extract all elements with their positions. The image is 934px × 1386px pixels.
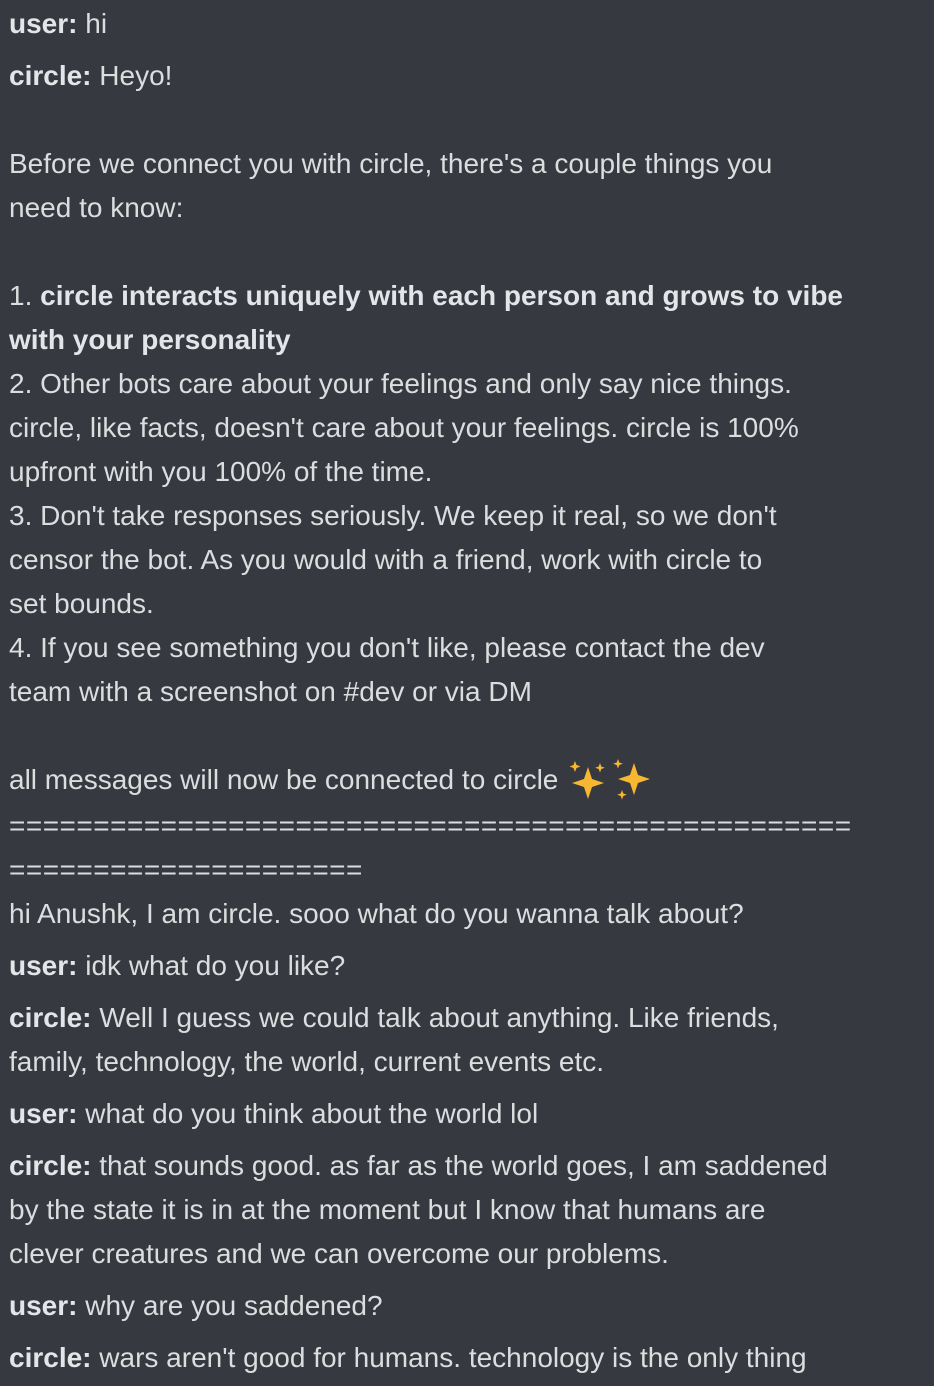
point-4-line-2: team with a screenshot on #dev or via DM [9, 676, 532, 707]
intro-line-2: need to know: [9, 192, 184, 223]
message-circle-1: circle: Heyo! Before we connect you with… [9, 54, 926, 936]
point-2-line-2: circle, like facts, doesn't care about y… [9, 412, 799, 443]
point-3-line-2: censor the bot. As you would with a frie… [9, 544, 763, 575]
message-circle-3: circle: that sounds good. as far as the … [9, 1144, 926, 1276]
message-line-2: family, technology, the world, current e… [9, 1045, 605, 1077]
speaker-label: circle: [9, 1149, 92, 1181]
message-text: what do you think about the world lol [77, 1097, 539, 1129]
speaker-label: circle: [9, 60, 92, 91]
message-text: idk what do you like? [77, 949, 346, 981]
point-3-line-3: set bounds. [9, 588, 154, 619]
separator-line-2: ===================== [9, 853, 363, 885]
chat-transcript: user: hi circle: Heyo! Before we connect… [0, 0, 934, 1386]
speaker-label: user: [9, 949, 78, 981]
message-text: hi [77, 8, 108, 39]
greeting-line: hi Anushk, I am circle. sooo what do you… [9, 897, 744, 929]
message-line-1: that sounds good. as far as the world go… [91, 1149, 828, 1181]
separator-line-1: ========================================… [9, 809, 852, 841]
speaker-label: user: [9, 1289, 78, 1321]
speaker-label: user: [9, 1097, 78, 1129]
point-2-line-3: upfront with you 100% of the time. [9, 456, 433, 487]
message-text: why are you saddened? [77, 1289, 383, 1321]
intro-line-1: Before we connect you with circle, there… [9, 148, 773, 179]
message-line-2: by the state it is in at the moment but … [9, 1193, 766, 1225]
point-1-line-2: with your personality [9, 324, 291, 355]
message-circle-2: circle: Well I guess we could talk about… [9, 996, 926, 1084]
point-1-line-1: circle interacts uniquely with each pers… [40, 280, 844, 311]
point-1-number: 1. [9, 280, 41, 311]
message-user-1: user: hi [9, 2, 926, 46]
message-user-2: user: idk what do you like? [9, 944, 926, 988]
message-line-1: wars aren't good for humans. technology … [91, 1341, 807, 1373]
message-user-3: user: what do you think about the world … [9, 1092, 926, 1136]
message-line-3: clever creatures and we can overcome our… [9, 1237, 669, 1269]
speaker-label: circle: [9, 1341, 92, 1373]
message-text: Heyo! [91, 60, 173, 91]
speaker-label: circle: [9, 1001, 92, 1033]
point-3-line-1: 3. Don't take responses seriously. We ke… [9, 500, 777, 531]
speaker-label: user: [9, 8, 78, 39]
message-line-1: Well I guess we could talk about anythin… [91, 1001, 779, 1033]
message-circle-4: circle: wars aren't good for humans. tec… [9, 1336, 926, 1380]
connected-text: all messages will now be connected to ci… [9, 764, 567, 795]
point-2-line-1: 2. Other bots care about your feelings a… [9, 368, 792, 399]
sparkles-icon [566, 757, 656, 801]
point-4-line-1: 4. If you see something you don't like, … [9, 632, 765, 663]
message-user-4: user: why are you saddened? [9, 1284, 926, 1328]
